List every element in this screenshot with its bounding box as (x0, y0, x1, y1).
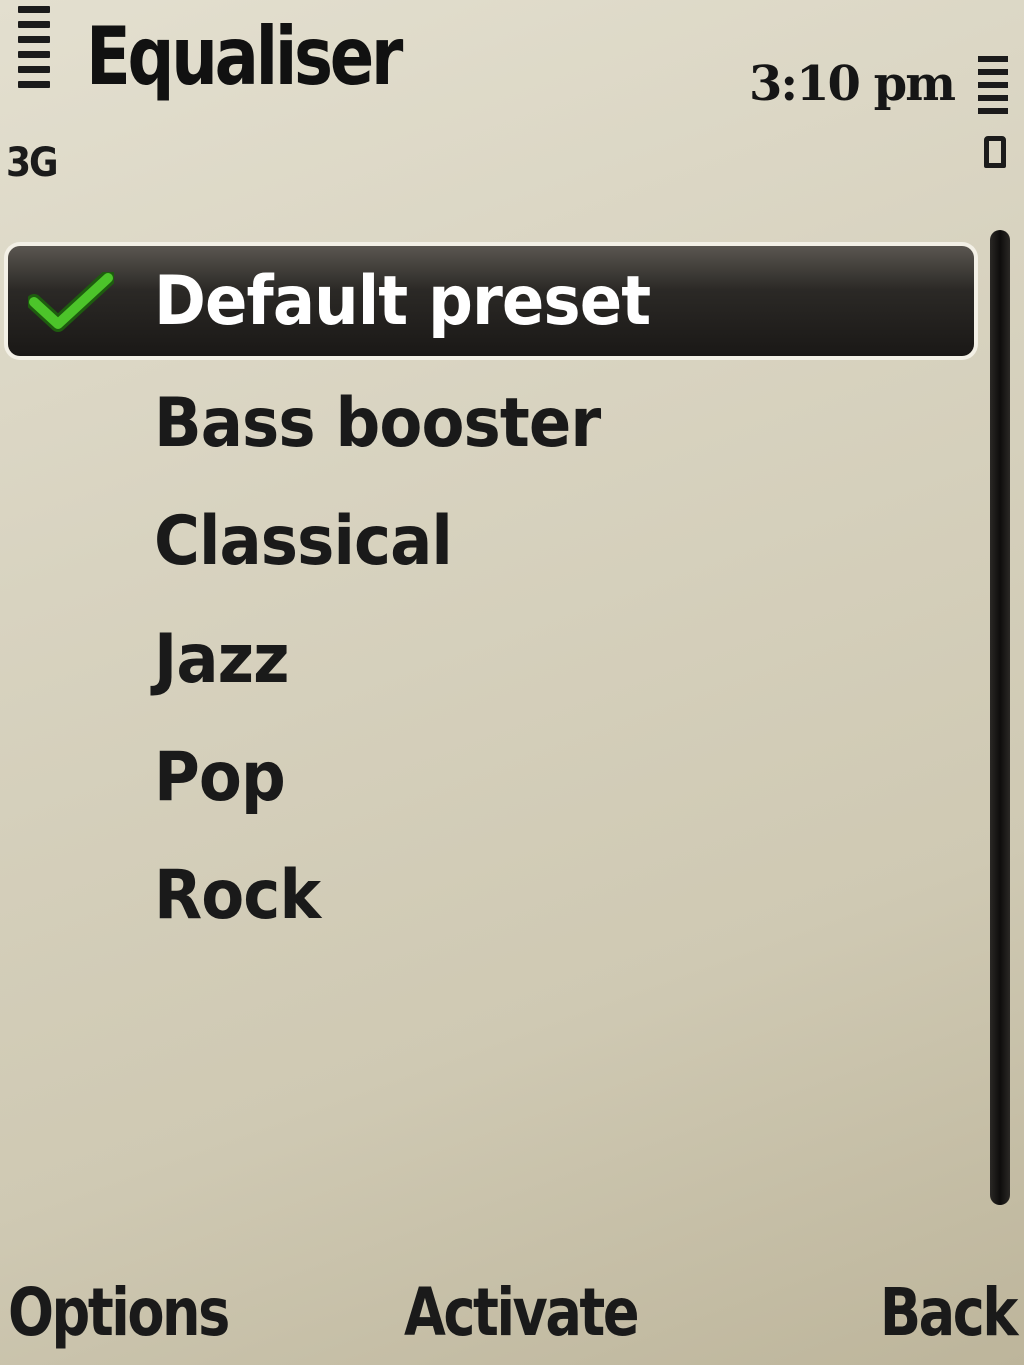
activate-softkey[interactable]: Activate (404, 1274, 640, 1351)
preset-label: Pop (154, 737, 286, 817)
preset-item-default[interactable]: Default preset (8, 246, 974, 356)
preset-label: Rock (154, 855, 321, 935)
clock: 3:10 pm (749, 56, 956, 112)
preset-item-bass-booster[interactable]: Bass booster (8, 364, 974, 482)
preset-label: Default preset (154, 261, 651, 341)
preset-label: Jazz (154, 619, 290, 699)
battery-icon (984, 136, 1006, 168)
signal-strength-icon (18, 6, 50, 88)
preset-item-classical[interactable]: Classical (8, 482, 974, 600)
page-title: Equaliser (86, 10, 403, 103)
options-softkey[interactable]: Options (8, 1274, 230, 1351)
preset-item-rock[interactable]: Rock (8, 836, 974, 954)
preset-item-pop[interactable]: Pop (8, 718, 974, 836)
preset-item-jazz[interactable]: Jazz (8, 600, 974, 718)
preset-list: Default preset Bass booster Classical Ja… (8, 246, 974, 954)
checkmark-icon (28, 272, 114, 332)
preset-label: Bass booster (154, 383, 601, 463)
softkey-bar: Options Activate Back (0, 1260, 1024, 1360)
scrollbar-thumb[interactable] (990, 230, 1010, 1205)
scrollbar[interactable] (988, 230, 1012, 1205)
back-softkey[interactable]: Back (880, 1274, 1018, 1351)
status-bar: 3G Equaliser 3:10 pm (0, 0, 1024, 200)
battery-level-icon (978, 56, 1008, 114)
network-type-label: 3G (6, 140, 59, 186)
preset-label: Classical (154, 501, 453, 581)
